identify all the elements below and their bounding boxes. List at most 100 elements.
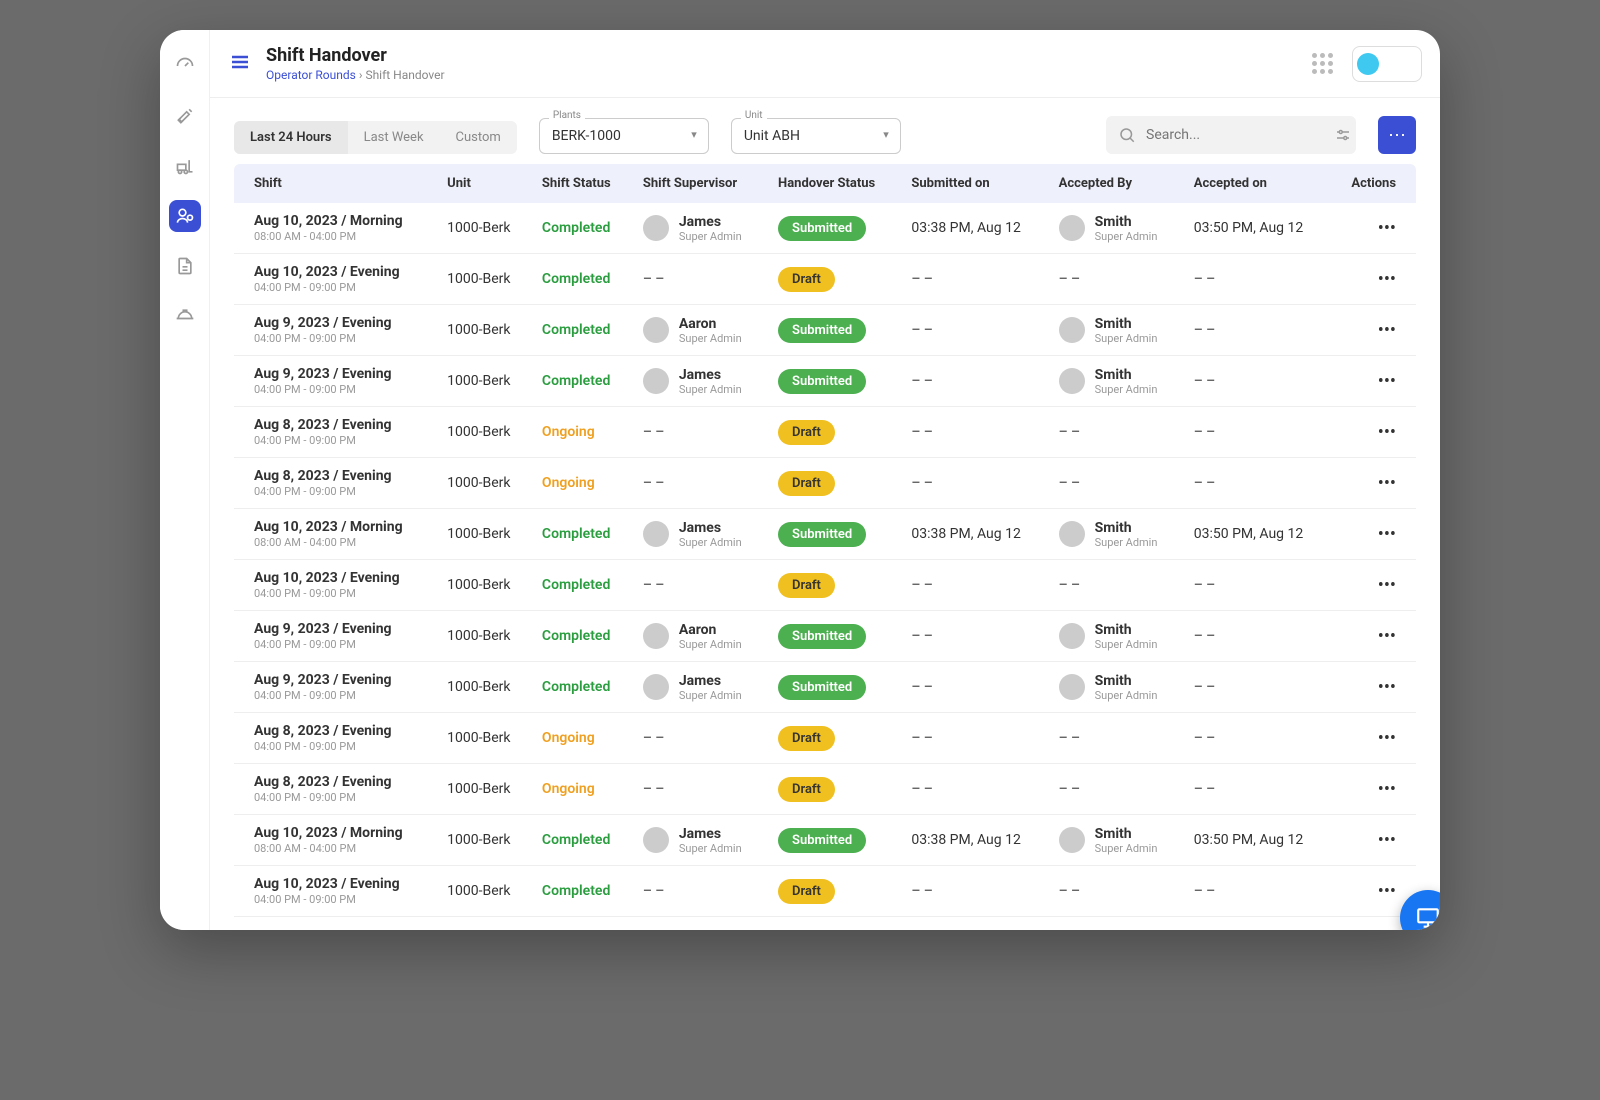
table-row[interactable]: Aug 10, 2023 / Evening04:00 PM - 09:00 P…	[234, 560, 1416, 611]
forklift-icon[interactable]	[169, 150, 201, 182]
row-actions-icon[interactable]: •••	[1378, 830, 1396, 851]
shift-status: Completed	[542, 220, 610, 236]
accepted-on: – –	[1184, 713, 1331, 764]
shift-label: Aug 10, 2023 / Morning	[254, 213, 427, 229]
shift-time: 08:00 AM - 04:00 PM	[254, 230, 427, 243]
table-row[interactable]: Aug 10, 2023 / Evening04:00 PM - 09:00 P…	[234, 866, 1416, 917]
col-shift-supervisor: Shift Supervisor	[633, 164, 768, 203]
search-box[interactable]	[1106, 116, 1356, 154]
shift-status: Ongoing	[542, 424, 595, 440]
shift-label: Aug 9, 2023 / Evening	[254, 366, 427, 382]
breadcrumb-leaf: Shift Handover	[365, 68, 444, 82]
row-actions-icon[interactable]: •••	[1378, 626, 1396, 647]
accepted-by-role: Super Admin	[1095, 689, 1158, 702]
shift-label: Aug 9, 2023 / Evening	[254, 672, 427, 688]
avatar	[1059, 827, 1085, 853]
document-icon[interactable]	[169, 250, 201, 282]
row-actions-icon[interactable]: •••	[1378, 320, 1396, 341]
table-row[interactable]: Aug 9, 2023 / Evening04:00 PM - 09:00 PM…	[234, 305, 1416, 356]
supervisor-name: James	[679, 367, 742, 383]
table-row[interactable]: Aug 9, 2023 / Evening04:00 PM - 09:00 PM…	[234, 611, 1416, 662]
row-actions-icon[interactable]: •••	[1378, 524, 1396, 545]
shift-label: Aug 8, 2023 / Evening	[254, 468, 427, 484]
user-avatar-button[interactable]	[1352, 46, 1422, 82]
avatar	[643, 674, 669, 700]
hardhat-icon[interactable]	[169, 300, 201, 332]
avatar	[643, 827, 669, 853]
row-actions-icon[interactable]: •••	[1378, 371, 1396, 392]
unit-cell: 1000-Berk	[437, 764, 532, 815]
avatar	[643, 215, 669, 241]
row-actions-icon[interactable]: •••	[1378, 218, 1396, 239]
row-actions-icon[interactable]: •••	[1378, 473, 1396, 494]
accepted-by-name: Smith	[1095, 520, 1158, 536]
table-row[interactable]: Aug 10, 2023 / Morning08:00 AM - 04:00 P…	[234, 815, 1416, 866]
shift-time: 04:00 PM - 09:00 PM	[254, 740, 427, 753]
accepted-by-name: Smith	[1095, 622, 1158, 638]
table-row[interactable]: Aug 8, 2023 / Evening04:00 PM - 09:00 PM…	[234, 713, 1416, 764]
table-row[interactable]: Aug 9, 2023 / Evening04:00 PM - 09:00 PM…	[234, 356, 1416, 407]
segment-custom[interactable]: Custom	[440, 121, 517, 154]
row-actions-icon[interactable]: •••	[1378, 881, 1396, 902]
more-actions-button[interactable]: ⋯	[1378, 116, 1416, 154]
breadcrumb: Operator Rounds › Shift Handover	[266, 68, 1292, 82]
submitted-on: – –	[901, 713, 1048, 764]
shift-time: 04:00 PM - 09:00 PM	[254, 587, 427, 600]
shift-status: Completed	[542, 577, 610, 593]
submitted-on: – –	[901, 866, 1048, 917]
shift-status: Completed	[542, 271, 610, 287]
row-actions-icon[interactable]: •••	[1378, 677, 1396, 698]
table-row[interactable]: Aug 8, 2023 / Evening04:00 PM - 09:00 PM…	[234, 764, 1416, 815]
hamburger-icon[interactable]	[228, 50, 252, 78]
table-row[interactable]: Aug 10, 2023 / Evening04:00 PM - 09:00 P…	[234, 254, 1416, 305]
row-actions-icon[interactable]: •••	[1378, 269, 1396, 290]
shift-time: 04:00 PM - 09:00 PM	[254, 485, 427, 498]
table-row[interactable]: Aug 10, 2023 / Morning08:00 AM - 04:00 P…	[234, 509, 1416, 560]
page-title: Shift Handover	[266, 45, 1292, 66]
search-input[interactable]	[1136, 127, 1334, 143]
table-row[interactable]: Aug 9, 2023 / Evening04:00 PM - 09:00 PM…	[234, 662, 1416, 713]
submitted-on: – –	[901, 458, 1048, 509]
avatar	[1059, 674, 1085, 700]
table-row[interactable]: Aug 8, 2023 / Evening04:00 PM - 09:00 PM…	[234, 458, 1416, 509]
table-row[interactable]: Aug 10, 2023 / Morning08:00 AM - 04:00 P…	[234, 203, 1416, 254]
handover-status-badge: Submitted	[778, 216, 866, 241]
table-row[interactable]: Aug 8, 2023 / Evening04:00 PM - 09:00 PM…	[234, 407, 1416, 458]
handover-status-badge: Draft	[778, 471, 835, 496]
submitted-on: – –	[901, 662, 1048, 713]
dashboard-icon[interactable]	[169, 50, 201, 82]
row-actions-icon[interactable]: •••	[1378, 728, 1396, 749]
breadcrumb-root[interactable]: Operator Rounds	[266, 68, 356, 82]
handover-status-badge: Submitted	[778, 675, 866, 700]
filter-sliders-icon[interactable]	[1334, 126, 1352, 144]
handover-status-badge: Submitted	[778, 522, 866, 547]
shift-label: Aug 10, 2023 / Morning	[254, 825, 427, 841]
shift-status: Completed	[542, 322, 610, 338]
filter-bar: Last 24 HoursLast WeekCustom Plants BERK…	[210, 98, 1440, 164]
unit-dropdown: Unit Unit ABH	[731, 118, 901, 154]
plants-select[interactable]: BERK-1000	[539, 118, 709, 154]
tools-icon[interactable]	[169, 100, 201, 132]
row-actions-icon[interactable]: •••	[1378, 575, 1396, 596]
shift-label: Aug 10, 2023 / Evening	[254, 570, 427, 586]
accepted-on: – –	[1184, 305, 1331, 356]
row-actions-icon[interactable]: •••	[1378, 779, 1396, 800]
shift-time: 04:00 PM - 09:00 PM	[254, 893, 427, 906]
unit-select[interactable]: Unit ABH	[731, 118, 901, 154]
avatar	[643, 521, 669, 547]
submitted-on: – –	[901, 764, 1048, 815]
supervisor-role: Super Admin	[679, 230, 742, 243]
operator-icon[interactable]	[169, 200, 201, 232]
handover-status-badge: Submitted	[778, 624, 866, 649]
shift-status: Completed	[542, 628, 610, 644]
segment-last-week[interactable]: Last Week	[348, 121, 440, 154]
accepted-by-name: Smith	[1095, 673, 1158, 689]
unit-cell: 1000-Berk	[437, 611, 532, 662]
supervisor-name: Aaron	[679, 622, 742, 638]
submitted-on: 03:38 PM, Aug 12	[901, 815, 1048, 866]
row-actions-icon[interactable]: •••	[1378, 422, 1396, 443]
avatar	[1357, 53, 1379, 75]
segment-last-24-hours[interactable]: Last 24 Hours	[234, 121, 348, 154]
app-grid-icon[interactable]	[1306, 48, 1338, 80]
shift-time: 04:00 PM - 09:00 PM	[254, 332, 427, 345]
